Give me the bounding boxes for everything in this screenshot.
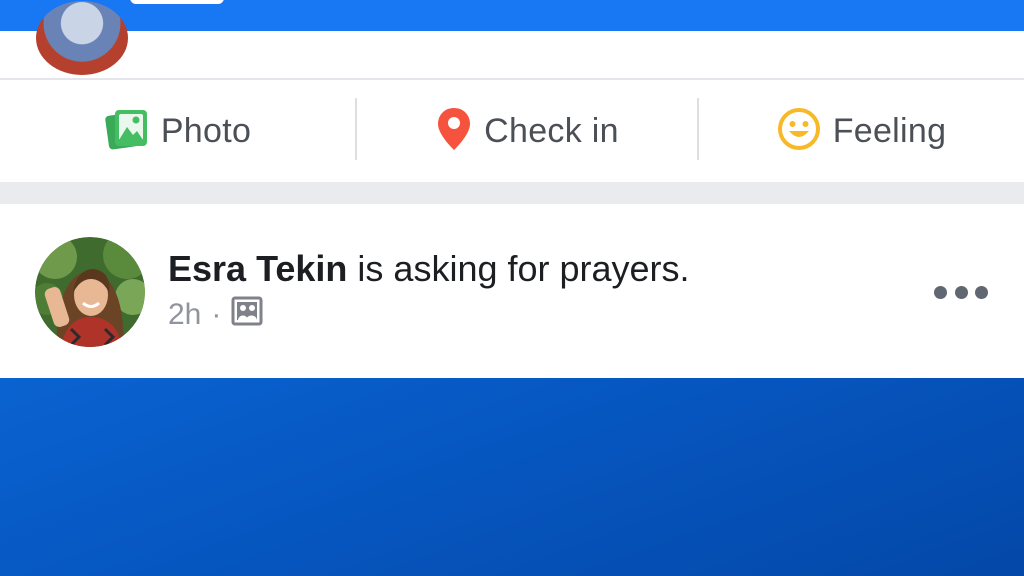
meta-separator: · — [211, 298, 222, 331]
post-image[interactable] — [0, 378, 1024, 576]
photo-album-icon — [231, 296, 263, 334]
author-name[interactable]: Esra Tekin — [168, 248, 347, 289]
photo-label: Photo — [160, 111, 252, 150]
more-dot — [975, 285, 988, 299]
feed-section-gap — [0, 182, 1024, 204]
top-navigation-bar — [0, 0, 1024, 31]
feed-post: Esra Tekin is asking for prayers. 2h · — [0, 204, 1024, 378]
post-composer[interactable] — [0, 1, 1024, 78]
current-user-avatar[interactable] — [36, 1, 128, 75]
photo-button[interactable]: Photo — [0, 80, 356, 182]
author-avatar[interactable] — [35, 237, 145, 347]
post-activity-text: is asking for prayers. — [347, 248, 690, 289]
composer-actions-row: Photo Check in Feeling — [0, 80, 1024, 182]
location-pin-icon — [436, 106, 472, 157]
post-headline: Esra Tekin is asking for prayers. — [168, 248, 690, 290]
check-in-button[interactable]: Check in — [357, 80, 698, 182]
facebook-feed-screen: Photo Check in Feeling Esra Tekin is ask… — [0, 0, 1024, 576]
check-in-label: Check in — [484, 111, 619, 150]
smiley-face-icon — [777, 107, 821, 156]
more-dot — [934, 285, 947, 299]
search-bar[interactable] — [130, 0, 224, 4]
photo-icon — [105, 108, 149, 155]
post-meta: 2h · — [168, 296, 263, 334]
more-dot — [954, 285, 968, 299]
feeling-label: Feeling — [832, 111, 947, 150]
more-options-icon[interactable] — [934, 280, 988, 304]
feeling-button[interactable]: Feeling — [699, 80, 1024, 182]
post-timestamp[interactable]: 2h — [168, 298, 201, 332]
